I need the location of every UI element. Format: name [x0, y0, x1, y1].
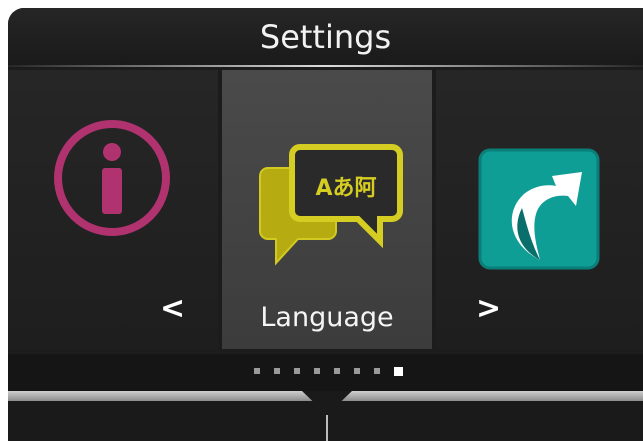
footer-center-divider	[326, 415, 328, 441]
pagination-dot	[374, 368, 380, 374]
previous-arrow[interactable]: <	[160, 291, 185, 326]
pagination-dot-active	[394, 367, 403, 376]
language-glyphs: Aあ阿	[315, 176, 376, 201]
header-bar: Settings	[8, 8, 643, 67]
next-arrow[interactable]: >	[476, 291, 501, 326]
header-divider	[8, 65, 643, 67]
language-icon[interactable]: Aあ阿	[258, 143, 408, 273]
pagination-dot	[334, 368, 340, 374]
page-title: Settings	[259, 18, 392, 56]
pagination-dot	[354, 368, 360, 374]
printer-display: Settings Language Aあ阿 < >	[8, 8, 643, 441]
info-icon[interactable]	[52, 118, 172, 238]
pagination-dot	[274, 368, 280, 374]
shortcut-icon[interactable]	[478, 148, 600, 270]
footer-bar	[8, 391, 643, 441]
menu-item-language-label: Language	[260, 302, 394, 333]
pagination-bar	[8, 354, 643, 391]
pagination-dot	[314, 368, 320, 374]
footer-pointer	[302, 391, 352, 415]
pagination-dot	[294, 368, 300, 374]
pagination-dot	[254, 368, 260, 374]
